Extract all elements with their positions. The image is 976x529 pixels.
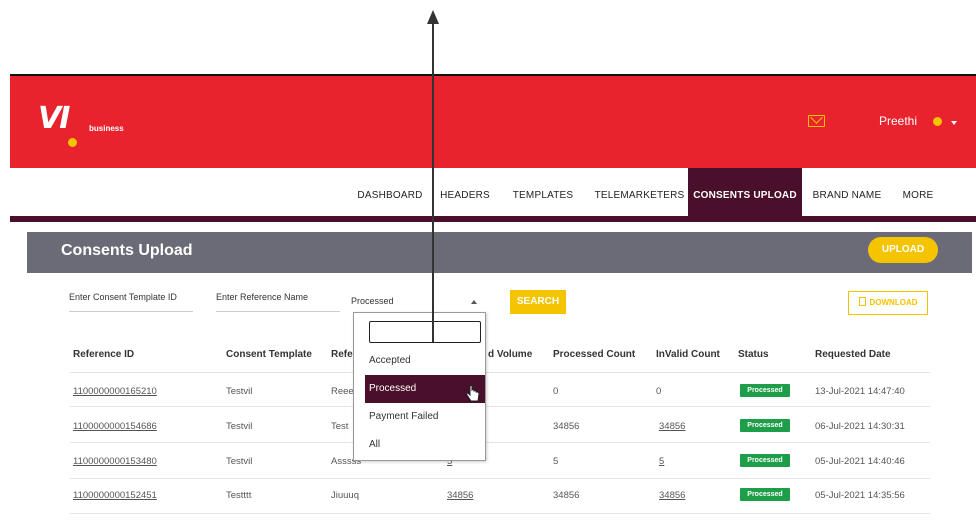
col-reference-name: Refe xyxy=(331,349,353,360)
logo-subtext: business xyxy=(89,124,124,133)
nav-brand-name[interactable]: BRAND NAME xyxy=(810,168,884,222)
row-invalid-link[interactable]: 5 xyxy=(659,456,664,467)
nav-dashboard[interactable]: DASHBOARD xyxy=(355,168,425,222)
row-divider xyxy=(70,442,930,443)
col-invalid-count: InValid Count xyxy=(656,349,720,360)
row-invalid-link[interactable]: 34856 xyxy=(659,421,685,432)
row-ref-id[interactable]: 1100000000152451 xyxy=(73,490,157,501)
hand-cursor-icon xyxy=(466,385,480,402)
user-menu-caret-icon[interactable] xyxy=(951,121,957,125)
col-requested-date: Requested Date xyxy=(815,349,891,360)
header-divider xyxy=(70,372,930,373)
status-select-value: Processed xyxy=(351,296,394,306)
logo-dot-icon xyxy=(68,138,77,147)
row-divider xyxy=(70,406,930,407)
row-invalid-link[interactable]: 34856 xyxy=(659,490,685,501)
row-template: Testttt xyxy=(226,490,252,501)
search-button[interactable]: SEARCH xyxy=(510,290,566,314)
row-date: 05-Jul-2021 14:35:56 xyxy=(815,490,905,501)
row-processed: 5 xyxy=(553,456,559,467)
row-processed: 34856 xyxy=(553,490,580,501)
mail-icon[interactable] xyxy=(808,115,825,127)
user-name[interactable]: Preethi xyxy=(879,114,917,128)
row-ref-id[interactable]: 1100000000154686 xyxy=(73,421,157,432)
nav-headers[interactable]: HEADERS xyxy=(437,168,493,222)
row-invalid: 0 xyxy=(656,386,662,397)
reference-name-input[interactable]: Enter Reference Name xyxy=(216,292,340,312)
row-ref-id[interactable]: 1100000000165210 xyxy=(73,386,157,397)
col-processed-count: Processed Count xyxy=(553,349,636,360)
top-header: VI business Preethi xyxy=(10,74,976,168)
row-processed: 34856 xyxy=(553,421,580,432)
download-button[interactable]: DOWNLOAD xyxy=(848,291,928,315)
download-label: DOWNLOAD xyxy=(869,298,918,307)
document-icon xyxy=(858,297,866,306)
nav-more[interactable]: MORE xyxy=(896,168,940,222)
chevron-up-icon[interactable] xyxy=(471,300,477,304)
template-id-input[interactable]: Enter Consent Template ID xyxy=(69,292,193,312)
col-consent-template: Consent Template xyxy=(226,349,312,360)
upload-button[interactable]: UPLOAD xyxy=(868,237,938,263)
row-volume-link[interactable]: 34856 xyxy=(447,490,473,501)
row-ref-id[interactable]: 1100000000153480 xyxy=(73,456,157,467)
option-accepted[interactable]: Accepted xyxy=(365,347,485,375)
nav-telemarketers[interactable]: TELEMARKETERS xyxy=(592,168,687,222)
panel-header: Consents Upload UPLOAD xyxy=(27,232,972,273)
nav-consents-upload[interactable]: CONSENTS UPLOAD xyxy=(688,168,802,222)
annotation-arrow-head-icon xyxy=(427,10,439,24)
row-divider xyxy=(70,513,930,514)
row-template: Testvil xyxy=(226,421,253,432)
nav-templates[interactable]: TEMPLATES xyxy=(507,168,579,222)
row-date: 06-Jul-2021 14:30:31 xyxy=(815,421,905,432)
dropdown-search-input[interactable] xyxy=(369,321,481,343)
row-divider xyxy=(70,478,930,479)
col-uploaded-volume: d Volume xyxy=(488,349,533,360)
annotation-arrow-line xyxy=(432,22,434,342)
status-badge: Processed xyxy=(740,488,790,501)
col-status: Status xyxy=(738,349,769,360)
status-select[interactable]: Processed xyxy=(351,296,491,312)
logo-text: VI xyxy=(38,101,70,136)
screen: VI business Preethi DASHBOARD HEADERS TE… xyxy=(0,0,976,529)
page-title: Consents Upload xyxy=(61,242,193,259)
row-template: Testvil xyxy=(226,456,253,467)
row-ref-name: Jiuuuq xyxy=(331,490,359,501)
row-date: 05-Jul-2021 14:40:46 xyxy=(815,456,905,467)
status-badge: Processed xyxy=(740,454,790,467)
col-reference-id: Reference ID xyxy=(73,349,135,360)
status-badge: Processed xyxy=(740,384,790,397)
option-all[interactable]: All xyxy=(365,431,485,459)
brand-logo[interactable]: VI business xyxy=(38,101,124,147)
option-payment-failed[interactable]: Payment Failed xyxy=(365,403,485,431)
row-template: Testvil xyxy=(226,386,253,397)
main-nav: DASHBOARD HEADERS TEMPLATES TELEMARKETER… xyxy=(10,168,976,222)
user-avatar-icon[interactable] xyxy=(933,117,942,126)
row-date: 13-Jul-2021 14:47:40 xyxy=(815,386,905,397)
row-processed: 0 xyxy=(553,386,559,397)
row-ref-name: Test xyxy=(331,421,349,432)
status-badge: Processed xyxy=(740,419,790,432)
